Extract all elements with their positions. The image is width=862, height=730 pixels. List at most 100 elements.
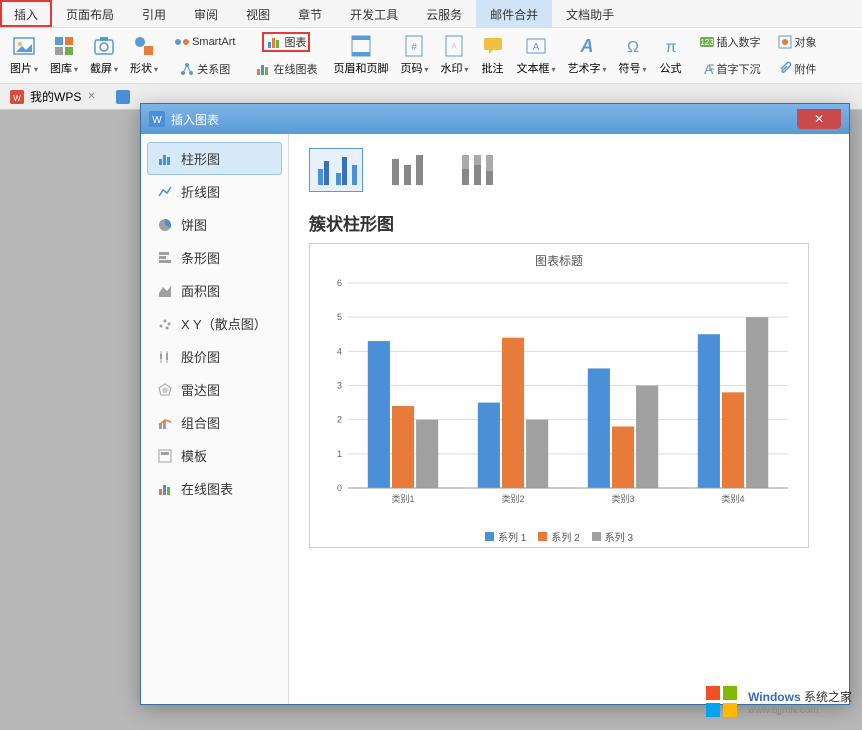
comment-icon <box>481 34 505 58</box>
header-footer-icon <box>349 34 373 58</box>
tool-object[interactable]: 对象 <box>773 32 821 52</box>
ribbon-tab-references[interactable]: 引用 <box>128 0 180 27</box>
chart-icon <box>266 34 282 50</box>
ribbon-tab-view[interactable]: 视图 <box>232 0 284 27</box>
chart-type-scatter[interactable]: X Y（散点图） <box>147 307 282 340</box>
doc-tab-2[interactable] <box>106 84 140 109</box>
svg-text:2: 2 <box>337 415 342 425</box>
watermark-logo: Windows 系统之家 www.bjjmlv.com <box>704 684 852 720</box>
tool-smartart[interactable]: SmartArt <box>170 32 239 52</box>
chart-inner-title: 图表标题 <box>318 252 800 269</box>
doc-tab-close[interactable]: ✕ <box>87 91 95 102</box>
tool-drop-cap[interactable]: A首字下沉 <box>695 59 765 79</box>
tool-relation[interactable]: 关系图 <box>175 59 234 79</box>
tool-watermark[interactable]: A 水印▾ <box>434 32 474 79</box>
ribbon-tab-page-layout[interactable]: 页面布局 <box>52 0 128 27</box>
tool-header-footer[interactable]: 页眉和页脚 <box>327 32 394 79</box>
tool-group-right: 123插入数字 对象 A首字下沉 附件 <box>689 32 827 79</box>
tool-textbox[interactable]: A 文本框▾ <box>511 32 562 79</box>
stacked-thumb-icon <box>384 151 428 187</box>
equation-icon: π <box>659 34 683 58</box>
chart-type-combo[interactable]: 组合图 <box>147 406 282 439</box>
tool-wordart[interactable]: A 艺术字▾ <box>562 32 613 79</box>
chart-preview-box[interactable]: 图表标题 0123456类别1类别2类别3类别4 系列 1 系列 2 系列 3 <box>309 243 809 548</box>
dialog-title-text: 插入图表 <box>171 111 219 128</box>
svg-text:A: A <box>533 42 540 53</box>
chart-svg: 0123456类别1类别2类别3类别4 <box>318 273 798 513</box>
combo-chart-icon <box>157 415 173 431</box>
legend-item-3: 系列 3 <box>592 529 633 544</box>
chart-type-column[interactable]: 柱形图 <box>147 142 282 175</box>
subtype-clustered[interactable] <box>309 148 363 192</box>
legend-item-1: 系列 1 <box>485 529 526 544</box>
line-chart-icon <box>157 184 173 200</box>
svg-text:Ω: Ω <box>627 39 639 56</box>
svg-text:1: 1 <box>337 449 342 459</box>
ribbon-tab-insert[interactable]: 插入 <box>0 0 52 27</box>
screenshot-icon <box>92 34 116 58</box>
chart-type-line[interactable]: 折线图 <box>147 175 282 208</box>
dropcap-icon: A <box>699 61 715 77</box>
template-icon <box>157 448 173 464</box>
textbox-icon: A <box>524 34 548 58</box>
tool-attachment[interactable]: 附件 <box>773 59 821 79</box>
online-chart-icon <box>255 61 271 77</box>
symbol-icon: Ω <box>621 34 645 58</box>
svg-text:3: 3 <box>337 381 342 391</box>
ribbon-tab-cloud[interactable]: 云服务 <box>412 0 476 27</box>
svg-text:5: 5 <box>337 312 342 322</box>
ribbon-tab-review[interactable]: 审阅 <box>180 0 232 27</box>
chart-subtype-title: 簇状柱形图 <box>309 210 829 235</box>
tool-chart[interactable]: 图表 <box>262 32 310 52</box>
chart-type-radar[interactable]: 雷达图 <box>147 373 282 406</box>
tool-insert-number[interactable]: 123插入数字 <box>695 32 765 52</box>
subtype-100stacked[interactable] <box>449 148 503 192</box>
chart-type-sidebar: 柱形图 折线图 饼图 条形图 面积图 X Y（散点图） <box>141 134 289 704</box>
insert-chart-dialog: W 插入图表 ✕ 柱形图 折线图 饼图 条形图 <box>140 103 850 705</box>
tool-page-number[interactable]: # 页码▾ <box>394 32 434 79</box>
ribbon-tab-doc-helper[interactable]: 文档助手 <box>552 0 628 27</box>
windows-logo-icon <box>704 684 740 720</box>
ribbon-tab-sections[interactable]: 章节 <box>284 0 336 27</box>
chart-type-area[interactable]: 面积图 <box>147 274 282 307</box>
area-chart-icon <box>157 283 173 299</box>
subtype-stacked[interactable] <box>379 148 433 192</box>
chart-type-pie[interactable]: 饼图 <box>147 208 282 241</box>
pie-chart-icon <box>157 217 173 233</box>
doc-icon <box>116 90 130 104</box>
svg-text:W: W <box>13 94 21 103</box>
ribbon-tab-developer[interactable]: 开发工具 <box>336 0 412 27</box>
svg-text:123: 123 <box>700 38 714 47</box>
doc-tab-label: 我的WPS <box>30 88 81 105</box>
doc-tab-wps[interactable]: W 我的WPS ✕ <box>0 84 106 109</box>
watermark-icon: A <box>442 34 466 58</box>
tool-comment[interactable]: 批注 <box>475 32 511 79</box>
object-icon <box>777 34 793 50</box>
tool-symbol[interactable]: Ω 符号▾ <box>613 32 653 79</box>
svg-text:π: π <box>665 39 676 56</box>
svg-text:类别2: 类别2 <box>501 493 524 504</box>
tool-equation[interactable]: π 公式 <box>653 32 689 79</box>
chart-type-bar[interactable]: 条形图 <box>147 241 282 274</box>
tool-online-chart[interactable]: 在线图表 <box>251 59 321 79</box>
column-chart-icon <box>157 151 173 167</box>
dialog-titlebar[interactable]: W 插入图表 ✕ <box>141 104 849 134</box>
number-icon: 123 <box>699 34 715 50</box>
svg-text:A: A <box>452 42 458 51</box>
tool-shapes[interactable]: 形状▾ <box>124 32 164 79</box>
tool-gallery[interactable]: 图库▾ <box>44 32 84 79</box>
tool-picture[interactable]: 图片▾ <box>4 32 44 79</box>
gallery-icon <box>52 34 76 58</box>
chart-type-template[interactable]: 模板 <box>147 439 282 472</box>
clustered-thumb-icon <box>314 151 358 187</box>
svg-text:W: W <box>152 115 162 126</box>
shapes-icon <box>132 34 156 58</box>
chart-type-stock[interactable]: 股价图 <box>147 340 282 373</box>
dialog-icon: W <box>149 111 165 127</box>
ribbon-tab-mail-merge[interactable]: 邮件合并 <box>476 0 552 27</box>
tool-screenshot[interactable]: 截屏▾ <box>84 32 124 79</box>
dialog-close-button[interactable]: ✕ <box>797 109 841 129</box>
smartart-icon <box>174 34 190 50</box>
svg-text:类别4: 类别4 <box>721 493 744 504</box>
chart-type-online[interactable]: 在线图表 <box>147 472 282 505</box>
